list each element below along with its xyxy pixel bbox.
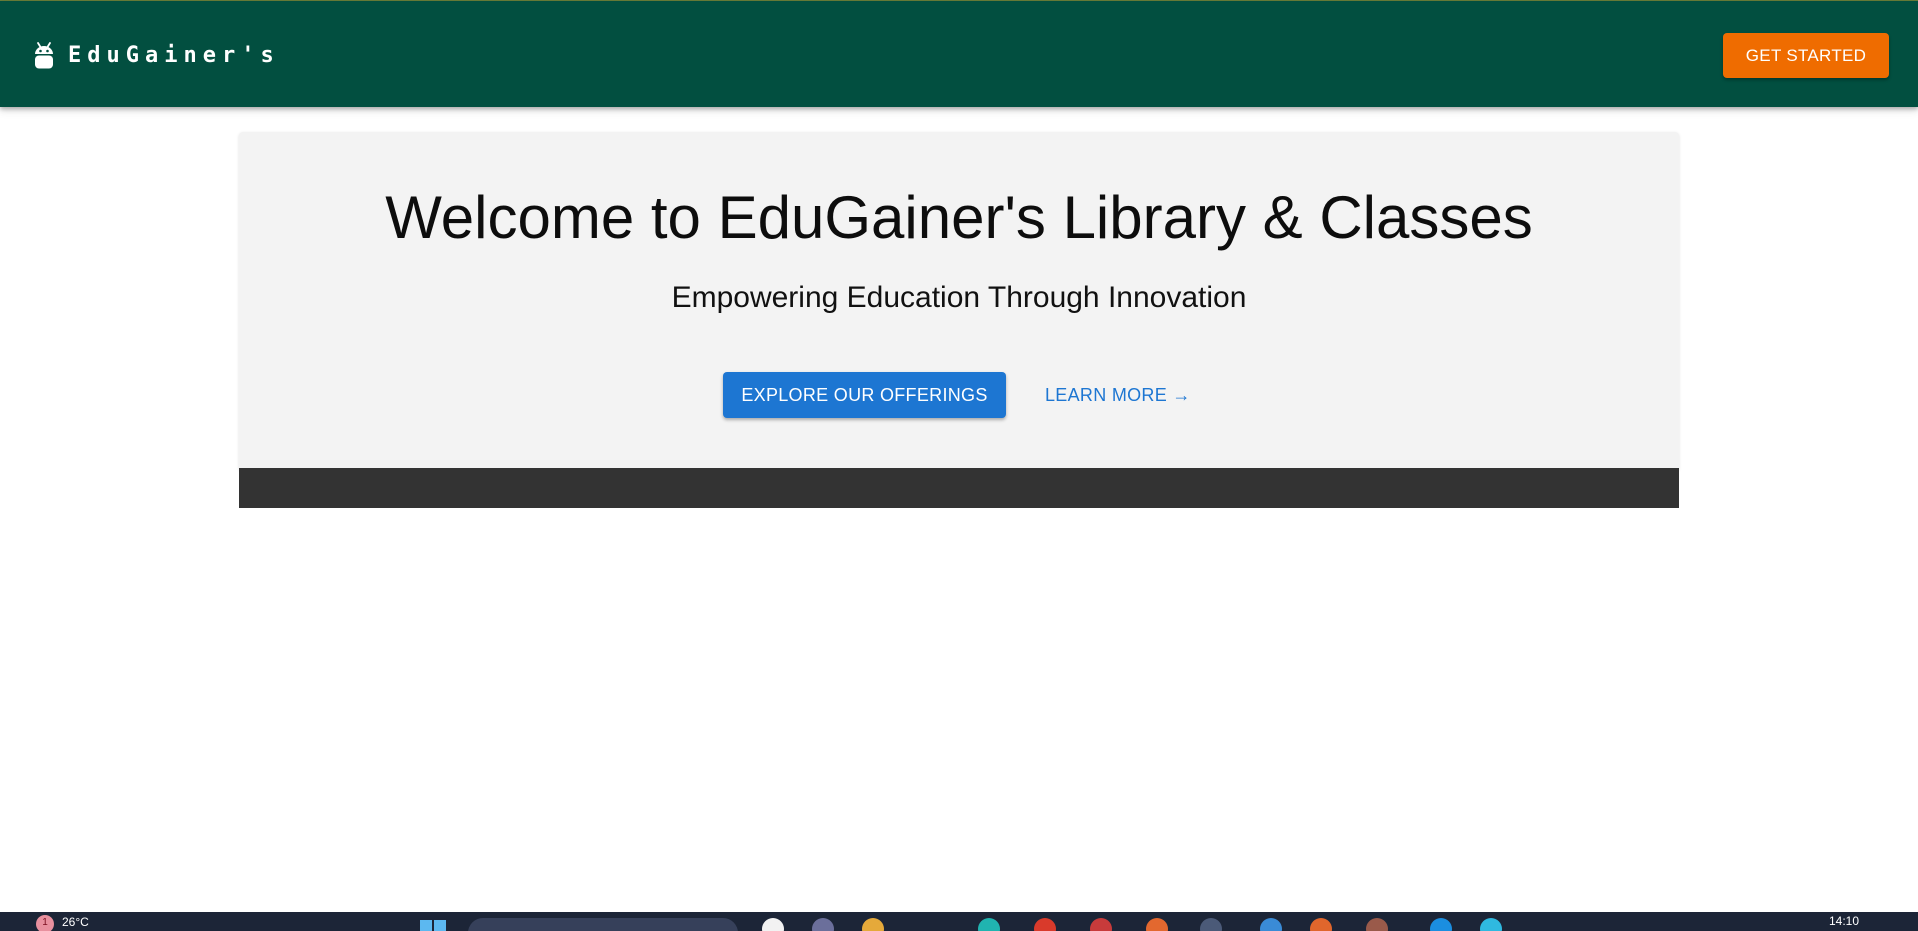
weather-temperature: 26°C — [62, 915, 89, 929]
hero-subtitle: Empowering Education Through Innovation — [671, 281, 1247, 314]
windows-start-icon[interactable] — [420, 920, 446, 931]
taskbar-app-icon[interactable] — [1146, 918, 1168, 931]
taskbar-app-icon[interactable] — [1090, 918, 1112, 931]
explore-offerings-button[interactable]: EXPLORE OUR OFFERINGS — [723, 372, 1006, 418]
taskbar-app-icon[interactable] — [978, 918, 1000, 931]
taskbar-app-icon[interactable] — [1430, 918, 1452, 931]
android-icon — [35, 42, 53, 69]
os-taskbar: 1 26°C 14:10 — [0, 912, 1918, 931]
taskbar-app-icon[interactable] — [762, 918, 784, 931]
taskbar-app-icon[interactable] — [1034, 918, 1056, 931]
taskbar-clock[interactable]: 14:10 — [1829, 914, 1859, 928]
weather-alert-badge: 1 — [36, 915, 54, 931]
get-started-button[interactable]: GET STARTED — [1723, 33, 1889, 78]
learn-more-link[interactable]: LEARN MORE → — [1035, 372, 1195, 418]
taskbar-app-icon[interactable] — [1260, 918, 1282, 931]
brand-name: EduGainer's — [68, 43, 280, 68]
taskbar-weather[interactable]: 1 26°C — [36, 915, 89, 931]
taskbar-app-icon[interactable] — [1366, 918, 1388, 931]
brand-logo[interactable]: EduGainer's — [33, 42, 280, 70]
taskbar-app-icon[interactable] — [862, 918, 884, 931]
taskbar-app-icon[interactable] — [1200, 918, 1222, 931]
taskbar-search-box[interactable] — [468, 918, 738, 931]
taskbar-app-icon[interactable] — [1310, 918, 1332, 931]
dark-section-band — [239, 468, 1679, 508]
hero-title: Welcome to EduGainer's Library & Classes — [385, 184, 1533, 251]
taskbar-app-icon[interactable] — [812, 918, 834, 931]
app-bar: EduGainer's GET STARTED — [0, 1, 1918, 107]
taskbar-app-icon[interactable] — [1480, 918, 1502, 931]
hero-section: Welcome to EduGainer's Library & Classes… — [239, 132, 1679, 469]
